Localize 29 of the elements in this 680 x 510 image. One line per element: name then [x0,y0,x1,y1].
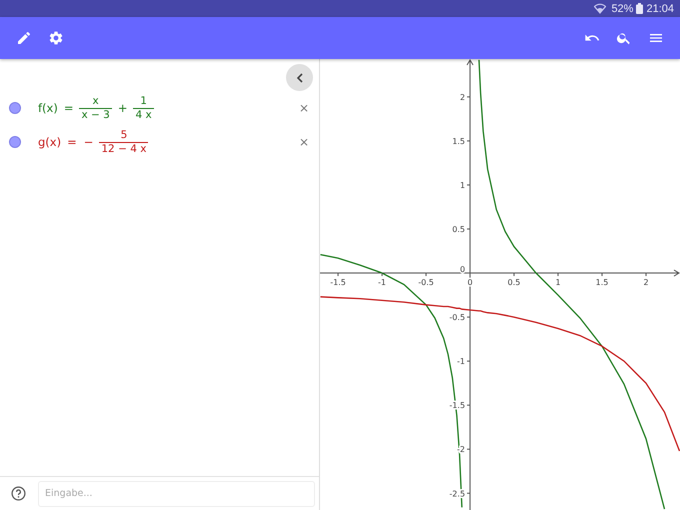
battery-icon [636,3,644,14]
chevron-left-icon [296,72,304,82]
settings-icon[interactable] [48,30,64,46]
x-tick-label: -1 [378,278,386,288]
delete-button[interactable]: × [298,135,309,149]
wifi-icon [594,3,606,14]
x-tick-label: -0.5 [418,278,434,288]
x-tick-label: 1 [556,278,561,288]
input-field[interactable]: Eingabe... [38,480,315,506]
x-tick-label: -1.5 [330,278,346,288]
x-tick-label: 2 [643,278,649,288]
function-curve[interactable] [320,296,680,452]
battery-percent: 52% [611,2,634,14]
visibility-dot[interactable] [9,102,21,114]
y-tick-label: 0 [460,265,466,274]
y-tick-label: -1 [457,357,466,366]
x-tick-label: 0.5 [508,278,520,288]
y-tick-label: 1 [460,180,466,190]
collapse-button[interactable] [286,64,313,91]
x-tick-label: 1.5 [596,278,608,288]
y-tick-label: 0.5 [452,225,466,234]
pencil-icon[interactable] [16,30,32,46]
y-tick-label: 1.5 [452,136,466,146]
visibility-dot[interactable] [9,136,21,148]
y-tick-label: -0.5 [449,313,466,322]
clock-time: 21:04 [646,2,674,14]
y-tick-label: 2 [460,92,466,102]
delete-button[interactable]: × [298,101,309,115]
help-icon[interactable] [11,486,26,501]
